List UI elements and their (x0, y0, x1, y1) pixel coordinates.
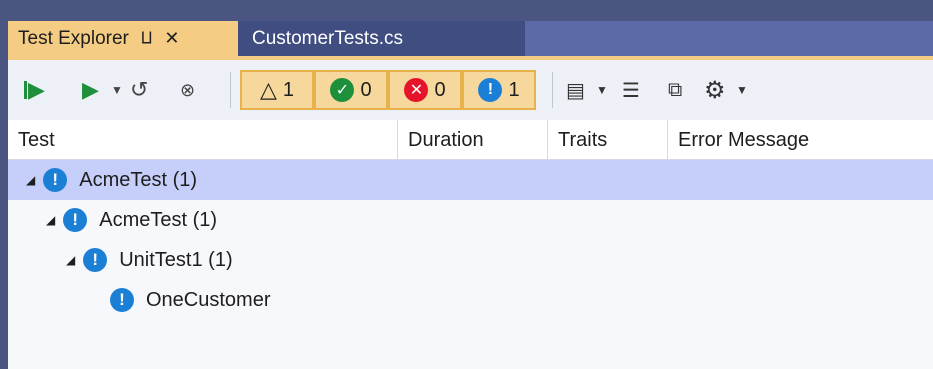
run-all-button[interactable]: ▶ (24, 77, 45, 103)
column-error-label: Error Message (678, 128, 810, 151)
x-circle-icon: ✕ (404, 78, 429, 102)
tab-customer-tests-label: CustomerTests.cs (252, 27, 403, 49)
playlist-icon: ▤ (566, 79, 585, 102)
tree-row-test[interactable]: ! OneCustomer (8, 280, 933, 320)
column-duration-label: Duration (408, 128, 484, 151)
info-circle-icon: ! (83, 248, 108, 272)
test-tree: ◢ ! AcmeTest (1) ◢ ! AcmeTest (1) ◢ ! Un… (8, 160, 933, 369)
not-run-tests-filter[interactable]: ! 1 (462, 70, 536, 110)
tab-test-explorer-label: Test Explorer (18, 27, 129, 49)
repeat-last-run-button[interactable]: ↺ (130, 77, 148, 103)
passed-tests-filter[interactable]: ✓ 0 (314, 70, 388, 110)
check-circle-icon: ✓ (330, 78, 355, 102)
column-traits-label: Traits (558, 128, 608, 151)
copy-icon: ⧉ (668, 78, 683, 101)
window-border (0, 21, 8, 369)
toolbar-separator (552, 72, 553, 108)
info-circle-icon: ! (43, 168, 68, 192)
expand-triangle-icon[interactable]: ◢ (46, 213, 55, 227)
run-dropdown-button[interactable]: ▼ (111, 83, 123, 97)
chevron-down-icon: ▼ (596, 83, 608, 97)
tab-test-explorer[interactable]: Test Explorer ⨿ ✕ (8, 21, 238, 56)
column-test-label: Test (18, 128, 55, 151)
passed-count: 0 (360, 78, 372, 101)
tree-row-project[interactable]: ◢ ! AcmeTest (1) (8, 160, 933, 200)
tree-row-label: AcmeTest (1) (79, 168, 198, 191)
playlist-button[interactable]: ▤ (566, 78, 585, 103)
failed-count: 0 (434, 78, 446, 101)
info-circle-icon: ! (478, 78, 503, 102)
run-all-icon: ▶ (28, 77, 45, 102)
tree-row-label: AcmeTest (1) (99, 208, 218, 231)
tree-row-class[interactable]: ◢ ! UnitTest1 (1) (8, 240, 933, 280)
chevron-down-icon: ▼ (736, 83, 748, 97)
close-icon[interactable]: ✕ (164, 28, 179, 49)
group-by-button[interactable]: ☰ (622, 78, 640, 103)
playlist-dropdown-button[interactable]: ▼ (596, 83, 608, 97)
expand-triangle-icon[interactable]: ◢ (26, 173, 35, 187)
info-circle-icon: ! (63, 208, 88, 232)
columns-button[interactable]: ⧉ (668, 79, 682, 102)
not-run-count: 1 (508, 78, 520, 101)
hierarchy-icon: ☰ (622, 79, 640, 102)
test-explorer-window: Test Explorer ⨿ ✕ CustomerTests.cs ▶ ▶ ▼… (0, 0, 933, 369)
gear-icon: ⚙ (704, 76, 726, 104)
play-icon: ▶ (82, 77, 99, 102)
total-tests-filter[interactable]: △ 1 (240, 70, 314, 110)
expand-triangle-icon[interactable]: ◢ (66, 253, 75, 267)
toolbar-separator (230, 72, 231, 108)
tree-row-label: UnitTest1 (1) (119, 248, 233, 271)
tab-customer-tests[interactable]: CustomerTests.cs (238, 21, 525, 56)
info-circle-icon: ! (110, 288, 134, 312)
pin-icon[interactable]: ⨿ (141, 30, 153, 48)
window-chrome (0, 0, 933, 21)
settings-dropdown-button[interactable]: ▼ (736, 83, 748, 97)
chevron-down-icon: ▼ (111, 83, 123, 97)
tree-row-label: OneCustomer (146, 288, 271, 311)
total-count: 1 (282, 78, 295, 101)
column-header: Test Duration Traits Error Message (8, 120, 933, 160)
run-button[interactable]: ▶ (82, 77, 99, 103)
tree-row-namespace[interactable]: ◢ ! AcmeTest (1) (8, 200, 933, 240)
column-traits[interactable]: Traits (548, 120, 668, 160)
toolbar: ▶ ▶ ▼ ↺ ⊗ △ 1 ✓ 0 ✕ 0 ! 1 ▤ ▼ ☰ ⧉ ⚙ ▼ (8, 56, 933, 120)
flask-icon: △ (259, 77, 277, 102)
column-error-message[interactable]: Error Message (668, 120, 933, 160)
refresh-icon: ↺ (130, 77, 149, 102)
failed-tests-filter[interactable]: ✕ 0 (388, 70, 462, 110)
cancel-button[interactable]: ⊗ (180, 80, 195, 101)
settings-button[interactable]: ⚙ (704, 76, 726, 105)
column-duration[interactable]: Duration (398, 120, 548, 160)
column-test[interactable]: Test (8, 120, 398, 160)
tab-strip: Test Explorer ⨿ ✕ CustomerTests.cs (8, 21, 933, 56)
cancel-icon: ⊗ (180, 79, 196, 100)
